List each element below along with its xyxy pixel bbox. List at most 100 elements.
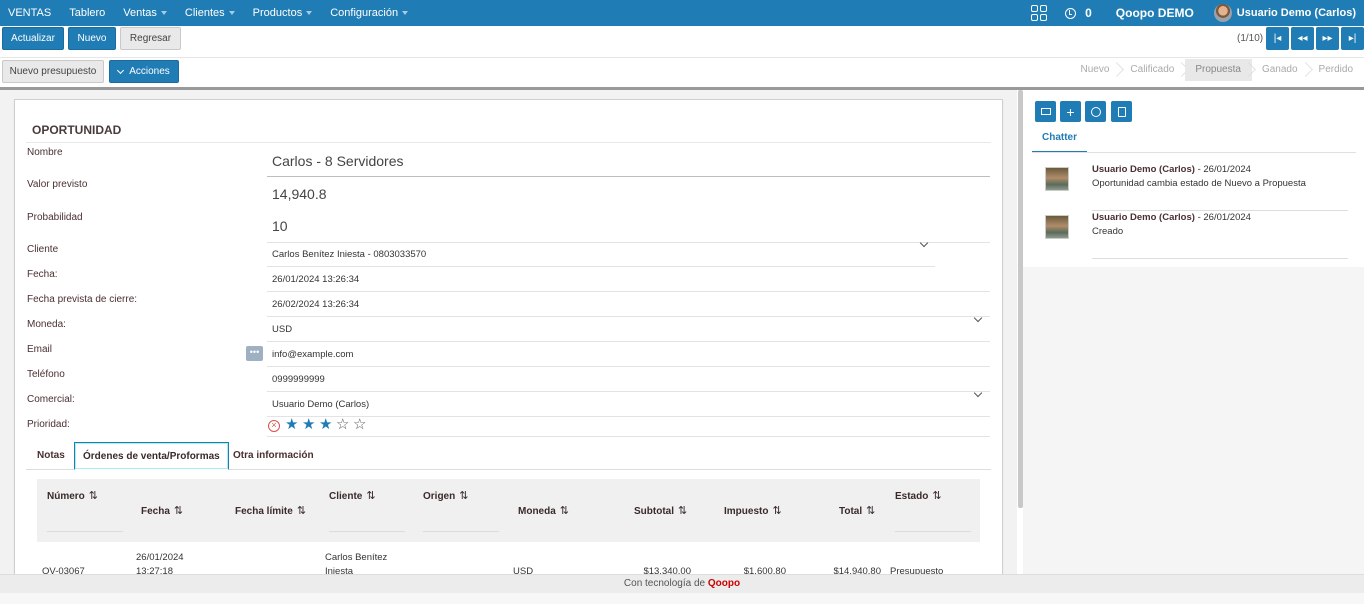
tab-chatter[interactable]: Chatter	[1032, 128, 1088, 153]
tab-notas[interactable]: Notas	[37, 442, 65, 470]
previous-icon: ◂◂	[1297, 33, 1308, 44]
menu-item-ventas[interactable]: VENTAS	[0, 0, 61, 26]
field-underline	[267, 436, 990, 437]
message-author[interactable]: Usuario Demo (Carlos)	[1092, 164, 1195, 175]
clear-priority-icon[interactable]: ×	[268, 420, 280, 432]
menu-item-clientes[interactable]: Clientes	[177, 0, 245, 26]
cell-currency: USD	[513, 566, 534, 574]
chevron-down-icon	[117, 66, 125, 74]
field-email[interactable]: info@example.com	[272, 349, 353, 360]
menu-item-configuracion[interactable]: Configuración	[322, 0, 418, 26]
user-avatar[interactable]	[1213, 4, 1232, 22]
clock-icon	[1090, 106, 1101, 117]
chatter-panel: + Chatter Usuario Demo (Carlos) - 26/01/…	[1023, 90, 1364, 574]
field-customer[interactable]: Carlos Benítez Iniesta - 0803033570	[272, 249, 426, 260]
sort-icon: ⇅	[866, 505, 876, 517]
message-author[interactable]: Usuario Demo (Carlos)	[1092, 212, 1195, 223]
menu-item-ventas-dropdown[interactable]: Ventas	[115, 0, 177, 26]
col-currency[interactable]: Moneda ⇅	[518, 504, 569, 517]
label-name: Nombre	[27, 147, 63, 158]
stage-statusbar: Nuevo Calificado Propuesta Ganado Perdid…	[1071, 59, 1364, 81]
new-quote-button[interactable]: Nuevo presupuesto	[2, 60, 104, 83]
footer-brand-link[interactable]: Qoopo	[708, 578, 740, 589]
caret-down-icon	[160, 11, 167, 16]
star-icon[interactable]: ★	[285, 417, 302, 432]
orders-table-header: Número ⇅ Fecha ⇅ Fecha límite ⇅ Cliente ⇅ Or…	[37, 479, 980, 542]
topbar-right: 0 Qoopo DEMO Usuario Demo (Carlos)	[1031, 0, 1364, 26]
field-name[interactable]: Carlos - 8 Servidores	[272, 153, 404, 169]
menu-item-productos[interactable]: Productos	[245, 0, 323, 26]
field-salesperson[interactable]: Usuario Demo (Carlos)	[272, 399, 369, 410]
add-button[interactable]: +	[1060, 101, 1081, 122]
sort-icon: ⇅	[559, 505, 569, 517]
star-outline-icon[interactable]: ☆	[336, 417, 353, 432]
sort-icon: ⇅	[772, 505, 782, 517]
field-underline	[267, 391, 990, 392]
apps-grid-icon[interactable]	[1031, 5, 1048, 21]
col-customer[interactable]: Cliente ⇅	[329, 489, 376, 502]
field-currency[interactable]: USD	[272, 324, 292, 335]
priority-stars: ★ ★ ★ ☆ ☆	[285, 417, 370, 432]
col-deadline[interactable]: Fecha límite ⇅	[235, 504, 306, 517]
stage-perdido[interactable]: Perdido	[1309, 59, 1364, 81]
refresh-button[interactable]: Actualizar	[2, 27, 64, 50]
header-underline	[895, 531, 971, 532]
label-priority: Prioridad:	[27, 419, 70, 430]
star-outline-icon[interactable]: ☆	[353, 417, 370, 432]
field-underline	[267, 176, 990, 177]
stage-propuesta[interactable]: Propuesta	[1185, 59, 1252, 81]
col-date[interactable]: Fecha ⇅	[141, 504, 183, 517]
tab-otra-informacion[interactable]: Otra información	[233, 442, 314, 470]
field-close-date[interactable]: 26/02/2024 13:26:34	[272, 299, 359, 310]
field-underline	[267, 416, 990, 417]
tab-ordenes[interactable]: Órdenes de venta/Proformas	[74, 442, 229, 470]
top-navbar: VENTAS Tablero Ventas Clientes Productos…	[0, 0, 1364, 26]
caret-down-icon	[402, 11, 409, 16]
cell-subtotal: $13,340.00	[643, 566, 691, 574]
next-record-button[interactable]: ▸▸	[1316, 27, 1339, 50]
stage-calificado[interactable]: Calificado	[1120, 59, 1185, 81]
previous-record-button[interactable]: ◂◂	[1291, 27, 1314, 50]
form-sheet: OPORTUNIDAD Nombre Carlos - 8 Servidores…	[14, 99, 1003, 574]
chevron-down-icon[interactable]	[919, 238, 929, 248]
stage-nuevo[interactable]: Nuevo	[1071, 59, 1121, 81]
main-menu: VENTAS Tablero Ventas Clientes Productos…	[0, 0, 418, 26]
last-icon: ▸|	[1348, 33, 1357, 44]
menu-item-tablero[interactable]: Tablero	[61, 0, 115, 26]
cell-customer: Carlos Benítez Iniesta	[325, 552, 388, 574]
col-state[interactable]: Estado ⇅	[895, 489, 942, 502]
user-menu[interactable]: Usuario Demo (Carlos)	[1237, 7, 1356, 19]
field-date[interactable]: 26/01/2024 13:26:34	[272, 274, 359, 285]
caret-down-icon	[228, 11, 235, 16]
col-total[interactable]: Total ⇅	[839, 504, 875, 517]
star-icon[interactable]: ★	[319, 417, 336, 432]
avatar	[1045, 215, 1069, 239]
star-icon[interactable]: ★	[302, 417, 319, 432]
field-probability[interactable]: 10	[272, 218, 288, 234]
first-icon: |◂	[1273, 33, 1282, 44]
col-number[interactable]: Número ⇅	[47, 489, 98, 502]
stage-ganado[interactable]: Ganado	[1252, 59, 1309, 81]
first-record-button[interactable]: |◂	[1266, 27, 1289, 50]
col-origin[interactable]: Origen ⇅	[423, 489, 468, 502]
company-switcher[interactable]: Qoopo DEMO	[1116, 6, 1194, 20]
actions-button[interactable]: Acciones	[109, 60, 179, 83]
header-underline	[47, 531, 123, 532]
field-phone[interactable]: 0999999999	[272, 374, 325, 385]
schedule-activity-button[interactable]	[1085, 101, 1106, 122]
send-message-button[interactable]	[1035, 101, 1056, 122]
field-expected-value[interactable]: 14,940.8	[272, 186, 327, 202]
sort-icon: ⇅	[88, 490, 99, 502]
last-record-button[interactable]: ▸|	[1341, 27, 1364, 50]
form-view: OPORTUNIDAD Nombre Carlos - 8 Servidores…	[0, 90, 1017, 574]
pager-counter: (1/10)	[1237, 33, 1264, 44]
new-button[interactable]: Nuevo	[68, 27, 116, 50]
label-phone: Teléfono	[27, 369, 65, 380]
send-email-button[interactable]: •••	[246, 346, 263, 361]
activities-button[interactable]: 0	[1065, 6, 1092, 20]
col-subtotal[interactable]: Subtotal ⇅	[634, 504, 687, 517]
col-tax[interactable]: Impuesto ⇅	[724, 504, 782, 517]
clock-icon	[1065, 7, 1077, 19]
back-button[interactable]: Regresar	[120, 27, 181, 50]
attachment-button[interactable]	[1111, 101, 1132, 122]
